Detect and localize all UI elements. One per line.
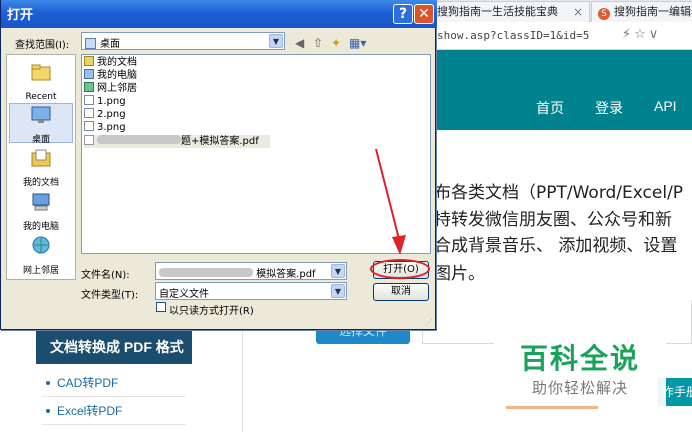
resize-grip-icon[interactable]: ⋰ — [425, 318, 433, 327]
sogou-favicon-icon: S — [598, 8, 610, 20]
divider — [42, 424, 186, 425]
filename-value: 模拟答案.pdf — [256, 269, 316, 280]
lookin-value: 桌面 — [100, 39, 120, 50]
close-icon[interactable]: × — [573, 2, 583, 22]
sidebar-item-label: CAD转PDF — [57, 376, 119, 390]
redacted-text — [97, 135, 181, 144]
my-documents-icon — [30, 148, 52, 168]
chevron-down-icon[interactable]: ▼ — [331, 264, 345, 278]
file-row-2-png[interactable]: 2.png — [84, 108, 126, 121]
readonly-checkbox[interactable] — [156, 302, 166, 312]
image-file-icon — [84, 108, 94, 118]
highlight-oval — [370, 259, 430, 279]
filetype-select[interactable]: 自定义文件 ▼ — [155, 282, 347, 300]
file-row-1-png[interactable]: 1.png — [84, 95, 126, 108]
intro-line-2: 持转发微信朋友圈、公众号和新 — [434, 210, 672, 230]
address-bar-icons[interactable]: ⚡☆∨ — [622, 27, 661, 42]
nav-api[interactable]: API — [654, 98, 677, 114]
watermark: 百科全说 助你轻松解决 — [494, 333, 666, 411]
place-label: 我的文档 — [22, 178, 59, 188]
filename-input[interactable]: 模拟答案.pdf ▼ — [155, 262, 347, 280]
intro-line-3: 合成背景音乐、 添加视频、设置 — [434, 236, 678, 256]
file-row-3-png[interactable]: 3.png — [84, 121, 126, 134]
places-bar: Recent 桌面 我的文档 我的电脑 网上邻居 — [6, 54, 76, 280]
file-name: 网上邻居 — [97, 83, 137, 94]
browser-tab-1[interactable]: 搜狗指南一生活技能宝典 × — [430, 1, 590, 22]
dialog-title: 打开 — [7, 8, 34, 23]
chevron-down-icon[interactable]: ▼ — [269, 34, 283, 48]
readonly-label: 以只读方式打开(R) — [169, 306, 254, 317]
chevron-down-icon[interactable]: ▼ — [331, 284, 345, 298]
browser-tab-2-label: 搜狗指南一编辑器 — [614, 5, 692, 18]
my-computer-icon — [84, 69, 94, 79]
browser-tab-2[interactable]: S 搜狗指南一编辑器 — [591, 1, 692, 22]
pdf-file-icon — [84, 135, 94, 145]
intro-line-4: 图片。 — [434, 264, 485, 284]
nav-login[interactable]: 登录 — [595, 98, 623, 118]
network-icon — [84, 82, 94, 92]
place-recent[interactable]: Recent — [9, 61, 73, 102]
place-my-documents[interactable]: 我的文档 — [9, 147, 73, 188]
bullet-icon — [46, 381, 50, 385]
sidebar-item-cad[interactable]: CAD转PDF — [46, 374, 118, 391]
file-name: 题+模拟答案.pdf — [181, 136, 259, 147]
divider — [42, 396, 186, 397]
cancel-button[interactable]: 取消 — [373, 283, 429, 301]
filename-label: 文件名(N): — [81, 270, 130, 281]
recent-folder-icon — [30, 62, 52, 82]
place-label: Recent — [25, 92, 57, 102]
place-my-computer[interactable]: 我的电脑 — [9, 191, 73, 232]
redacted-text — [159, 268, 253, 277]
my-computer-icon — [30, 192, 52, 212]
desktop-icon — [30, 105, 52, 125]
orange-underline — [506, 406, 598, 409]
help-button[interactable]: ? — [393, 4, 413, 24]
place-label: 网上邻居 — [22, 266, 59, 276]
watermark-title: 百科全说 — [519, 342, 640, 375]
view-menu-icon[interactable]: ▦▾ — [349, 36, 366, 50]
my-documents-icon — [84, 56, 94, 66]
up-folder-icon[interactable]: ⇧ — [313, 36, 323, 50]
new-folder-icon[interactable]: ✦ — [331, 36, 341, 50]
file-row-network[interactable]: 网上邻居 — [84, 82, 137, 95]
network-icon — [30, 236, 52, 256]
filetype-value: 自定义文件 — [159, 289, 209, 300]
desktop-icon — [85, 38, 96, 49]
intro-line-1: 布各类文档（PPT/Word/Excel/P — [434, 183, 684, 203]
file-row-my-documents[interactable]: 我的文档 — [84, 56, 137, 69]
sidebar-item-label: Excel转PDF — [57, 404, 123, 418]
address-url[interactable]: show.asp?classID=1&id=5 — [437, 29, 589, 42]
bullet-icon — [46, 409, 50, 413]
back-icon[interactable]: ◀ — [295, 36, 304, 50]
file-row-my-computer[interactable]: 我的电脑 — [84, 69, 137, 82]
content-divider — [242, 330, 243, 432]
place-desktop[interactable]: 桌面 — [9, 103, 73, 145]
sidebar-panel: 文档转换成 PDF 格式 CAD转PDF Excel转PDF — [36, 330, 192, 432]
file-name: 我的文档 — [97, 57, 137, 68]
file-name: 我的电脑 — [97, 70, 137, 81]
nav-home[interactable]: 首页 — [536, 98, 564, 118]
close-button[interactable]: ✕ — [414, 4, 434, 24]
file-row-pdf[interactable]: 题+模拟答案.pdf — [84, 135, 270, 148]
red-arrow-icon — [375, 148, 406, 255]
place-label: 我的电脑 — [22, 222, 59, 232]
lookin-select[interactable]: 桌面 ▼ — [81, 32, 285, 50]
watermark-subtitle: 助你轻松解决 — [531, 379, 628, 397]
file-name: 1.png — [97, 96, 126, 107]
sidebar-item-excel[interactable]: Excel转PDF — [46, 402, 122, 419]
lookin-label: 查找范围(I): — [15, 40, 70, 51]
filetype-label: 文件类型(T): — [81, 290, 139, 301]
dialog-titlebar[interactable]: 打开 ? ✕ — [1, 0, 437, 28]
place-network[interactable]: 网上邻居 — [9, 235, 73, 276]
sidebar-title: 文档转换成 PDF 格式 — [36, 330, 192, 364]
image-file-icon — [84, 95, 94, 105]
place-label: 桌面 — [31, 135, 50, 145]
image-file-icon — [84, 121, 94, 131]
file-name: 2.png — [97, 109, 126, 120]
browser-tab-1-label: 搜狗指南一生活技能宝典 — [437, 5, 558, 18]
file-name: 3.png — [97, 122, 126, 133]
